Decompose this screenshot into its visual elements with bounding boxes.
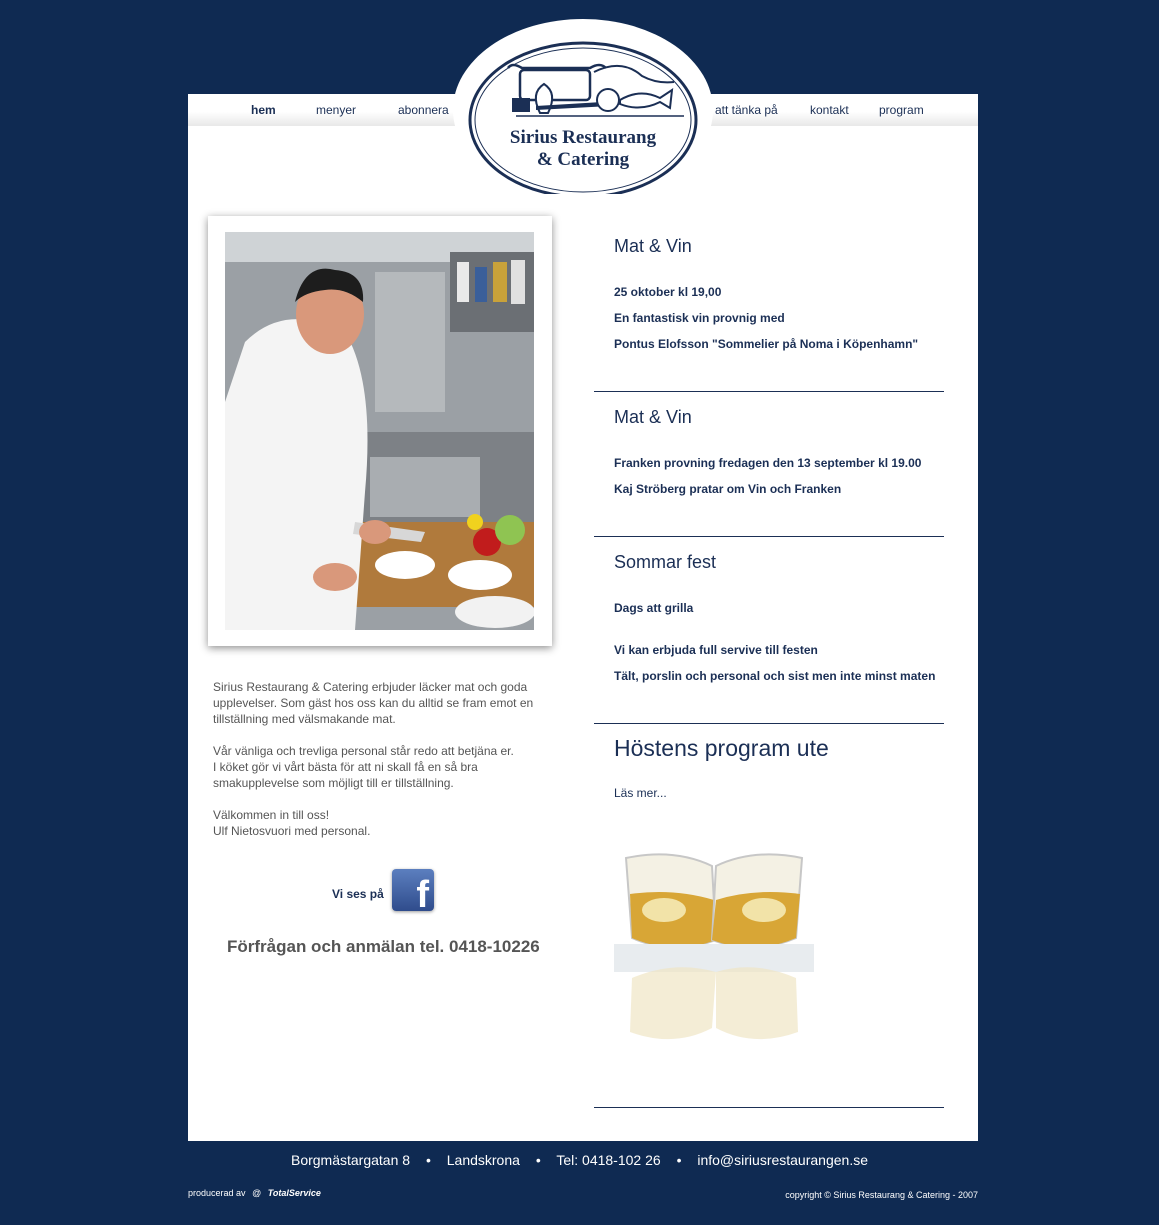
news-3-line-2: Vi kan erbjuda full servive till festen bbox=[614, 643, 818, 657]
nav-item-kontakt[interactable]: kontakt bbox=[810, 103, 849, 117]
intro-paragraph-3a: Välkommen in till oss! bbox=[213, 808, 330, 822]
produced-by-label: producerad av bbox=[188, 1188, 246, 1198]
news-2-line-2: Kaj Ströberg pratar om Vin och Franken bbox=[614, 482, 842, 496]
footer-street: Borgmästargatan 8 bbox=[290, 1152, 411, 1168]
whisky-glasses-image bbox=[614, 848, 814, 1058]
footer-copyright: copyright © Sirius Restaurang & Catering… bbox=[785, 1190, 978, 1200]
logo-emblem: Sirius Restaurang & Catering bbox=[453, 19, 713, 201]
footer-producer: producerad av @ TotalService bbox=[188, 1188, 321, 1198]
news-divider bbox=[594, 536, 944, 537]
news-1-line-1: 25 oktober kl 19,00 bbox=[614, 285, 722, 299]
intro-paragraph-3: Välkommen in till oss! Ulf Nietosvuori m… bbox=[213, 807, 558, 839]
news-divider bbox=[594, 1107, 944, 1108]
intro-paragraph-2b: I köket gör vi vårt bästa för att ni ska… bbox=[213, 760, 478, 790]
news-title-2: Mat & Vin bbox=[614, 407, 692, 427]
nav-item-program[interactable]: program bbox=[879, 103, 924, 117]
logo-text-line2: & Catering bbox=[537, 149, 630, 170]
photo-frame bbox=[208, 216, 552, 646]
news-1-line-3: Pontus Elofsson "Sommelier på Noma i Köp… bbox=[614, 337, 919, 351]
footer-email-link[interactable]: info@siriusrestaurangen.se bbox=[697, 1152, 868, 1168]
intro-paragraph-1: Sirius Restaurang & Catering erbjuder lä… bbox=[213, 680, 534, 726]
footer-bullet: • bbox=[535, 1152, 541, 1168]
nav-item-menyer[interactable]: menyer bbox=[316, 103, 356, 117]
news-title-1: Mat & Vin bbox=[614, 236, 692, 256]
intro-paragraph-2a: Vår vänliga och trevliga personal står r… bbox=[213, 744, 514, 758]
site-logo[interactable]: Sirius Restaurang & Catering bbox=[452, 18, 714, 201]
nav-item-att-tanka-pa[interactable]: att tänka på bbox=[715, 103, 778, 117]
facebook-icon[interactable]: f bbox=[392, 869, 434, 911]
news-divider bbox=[594, 723, 944, 724]
news-title-3: Sommar fest bbox=[614, 552, 717, 572]
news-2-line-1: Franken provning fredagen den 13 septemb… bbox=[614, 456, 922, 470]
news-divider bbox=[594, 391, 944, 392]
contact-phone-line: Förfrågan och anmälan tel. 0418-10226 bbox=[227, 937, 540, 956]
logo-text-line1: Sirius Restaurang bbox=[510, 127, 657, 148]
footer-bullet: • bbox=[425, 1152, 431, 1168]
news-title-4: Höstens program ute bbox=[614, 735, 829, 761]
footer-address: Borgmästargatan 8 • Landskrona • Tel: 04… bbox=[0, 1152, 1159, 1168]
read-more-link[interactable]: Läs mer... bbox=[614, 786, 667, 800]
nav-item-hem[interactable]: hem bbox=[251, 103, 276, 117]
footer-city: Landskrona bbox=[446, 1152, 520, 1168]
nav-item-abonnera[interactable]: abonnera bbox=[398, 103, 449, 117]
intro-text: Sirius Restaurang & Catering erbjuder lä… bbox=[213, 679, 558, 855]
news-3-line-3: Tält, porslin och personal och sist men … bbox=[614, 669, 936, 683]
chef-photo bbox=[225, 232, 534, 630]
totalservice-at-icon: @ bbox=[252, 1188, 262, 1198]
intro-paragraph-2: Vår vänliga och trevliga personal står r… bbox=[213, 743, 558, 791]
totalservice-link[interactable]: TotalService bbox=[268, 1188, 321, 1198]
facebook-label: Vi ses på bbox=[332, 887, 384, 901]
footer-phone: Tel: 0418-102 26 bbox=[556, 1152, 661, 1168]
intro-paragraph-3b: Ulf Nietosvuori med personal. bbox=[213, 824, 371, 838]
footer-bullet: • bbox=[676, 1152, 682, 1168]
news-3-line-1: Dags att grilla bbox=[614, 601, 694, 615]
news-1-line-2: En fantastisk vin provnig med bbox=[614, 311, 785, 325]
